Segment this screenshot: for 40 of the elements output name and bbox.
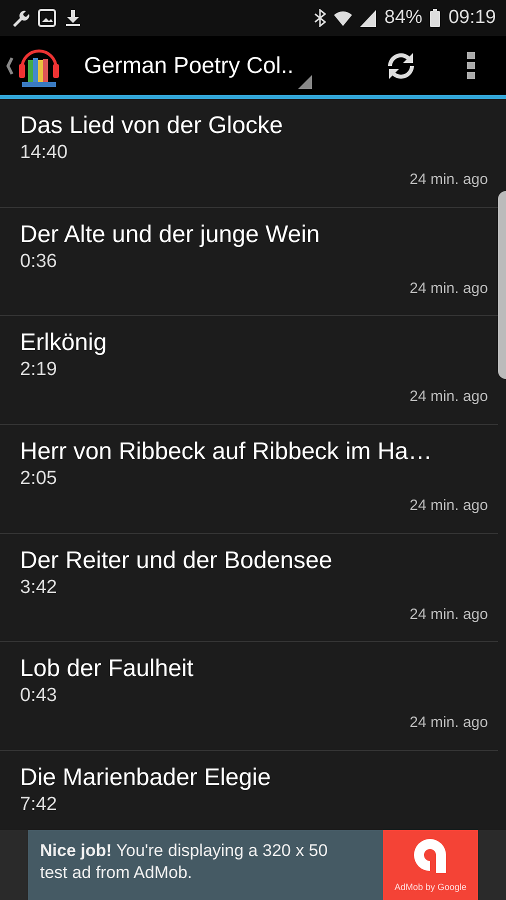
poem-title: Erlkönig [20, 328, 108, 358]
poem-duration: 0:36 [20, 250, 58, 274]
poem-row[interactable]: Erlkönig 2:19 24 min. ago [0, 316, 498, 426]
battery-level: 84% [384, 6, 422, 30]
poem-duration: 0:43 [20, 684, 58, 708]
poem-duration: 7:42 [20, 793, 58, 818]
poem-title: Der Reiter und der Bodensee [20, 546, 334, 576]
poem-title: Das Lied von der Glocke [20, 111, 284, 141]
signal-icon [360, 9, 376, 27]
poem-duration: 2:19 [20, 358, 58, 382]
scroll-handle[interactable] [498, 191, 506, 379]
poem-duration: 14:40 [20, 141, 69, 165]
time-ago: 24 min. ago [410, 170, 488, 190]
poem-duration: 2:05 [20, 467, 58, 492]
more-options-icon[interactable] [466, 50, 476, 80]
bluetooth-icon [314, 9, 326, 27]
poem-title: Herr von Ribbeck auf Ribbeck im Ha… [20, 437, 434, 468]
download-icon [64, 9, 82, 27]
poem-row[interactable]: Der Reiter und der Bodensee 3:42 24 min. ago [0, 534, 498, 642]
poem-row[interactable]: Der Alte und der junge Wein 0:36 24 min. ago [0, 208, 498, 316]
poem-title: Lob der Faulheit [20, 654, 194, 684]
poem-title: Die Marienbader Elegie [20, 763, 272, 794]
poem-row[interactable]: Lob der Faulheit 0:43 24 min. ago [0, 642, 498, 752]
time-ago: 24 min. ago [410, 278, 488, 299]
image-icon [38, 9, 56, 27]
ad-text: Nice job! You're displaying a 320 x 50 test ad from AdMob. [39, 840, 329, 884]
time-ago: 24 min. ago [410, 713, 488, 734]
poem-row[interactable]: Das Lied von der Glocke 14:40 24 min. ago [0, 99, 498, 208]
ad-banner[interactable]: Nice job! You're displaying a 320 x 50 test ad from AdMob. AdMob by Google [28, 830, 478, 900]
poem-duration: 3:42 [20, 576, 58, 600]
poem-row[interactable]: Herr von Ribbeck auf Ribbeck im Ha… 2:05 24 min. ago [0, 425, 498, 534]
time-ago: 24 min. ago [410, 387, 488, 408]
time-ago: 24 min. ago [410, 496, 488, 516]
wifi-icon [334, 9, 352, 27]
clock: 09:19 [448, 6, 496, 30]
dropdown-corner-icon[interactable] [298, 75, 312, 89]
battery-icon [430, 9, 440, 27]
time-ago: 24 min. ago [410, 604, 488, 625]
ad-brand: AdMob by Google [394, 881, 467, 894]
poem-title: Der Alte und der junge Wein [20, 220, 321, 250]
